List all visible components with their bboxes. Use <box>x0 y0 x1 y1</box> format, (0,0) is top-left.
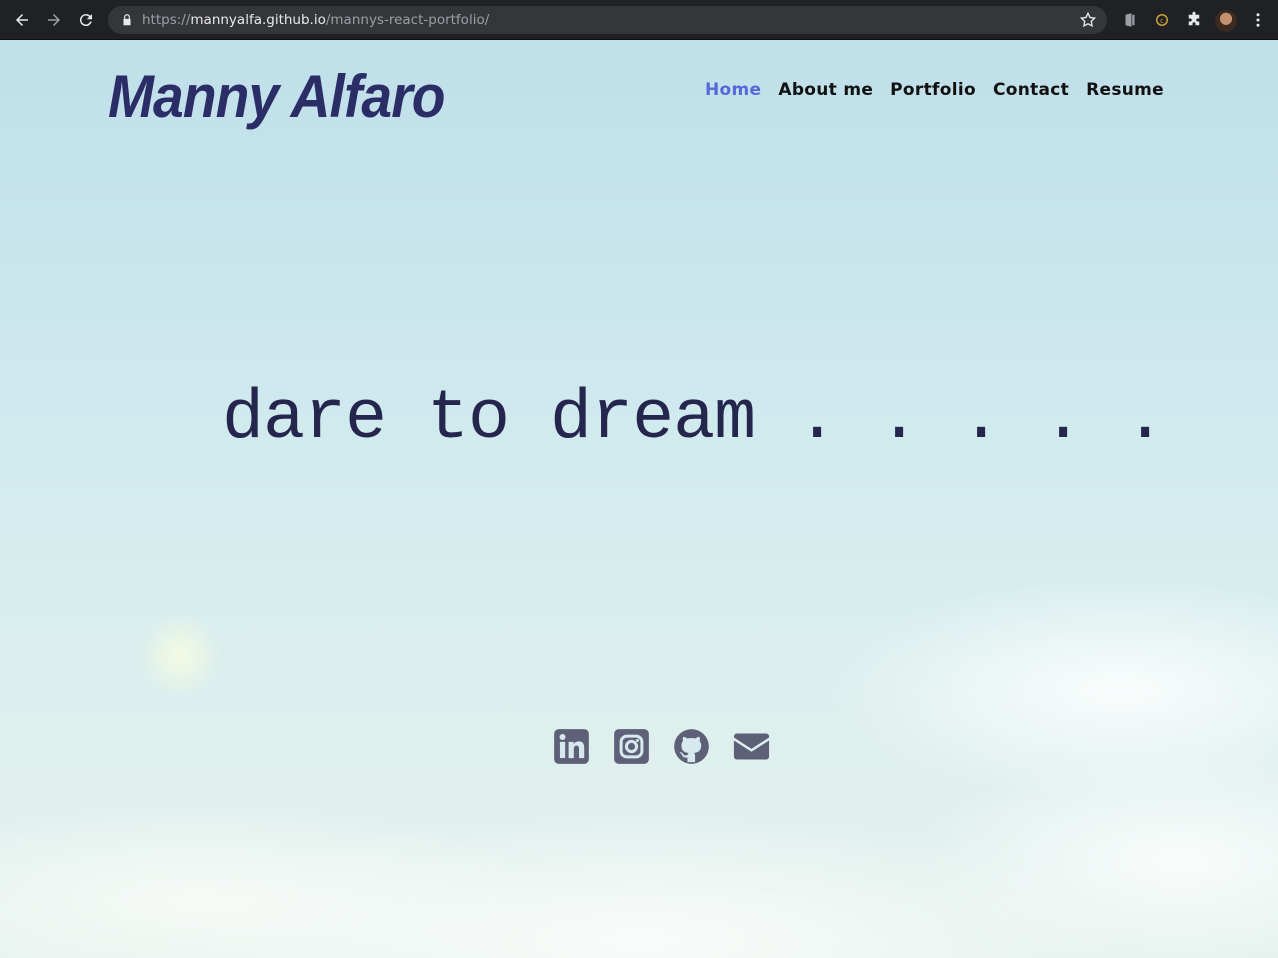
nav-contact[interactable]: Contact <box>993 80 1069 100</box>
url-host: mannyalfa.github.io <box>190 12 326 28</box>
nav-about-me[interactable]: About me <box>778 80 873 100</box>
address-bar[interactable]: https://mannyalfa.github.io/mannys-react… <box>108 6 1107 34</box>
nav-resume[interactable]: Resume <box>1086 80 1164 100</box>
url-text: https://mannyalfa.github.io/mannys-react… <box>142 12 489 28</box>
browser-toolbar: https://mannyalfa.github.io/mannys-react… <box>0 0 1278 40</box>
menu-icon[interactable] <box>1248 10 1268 30</box>
extension-icon[interactable]: c <box>1152 10 1172 30</box>
office-extension-icon[interactable] <box>1120 10 1140 30</box>
reload-icon[interactable] <box>76 10 96 30</box>
back-icon[interactable] <box>12 10 32 30</box>
url-path: /mannys-react-portfolio/ <box>325 12 490 28</box>
email-icon[interactable] <box>733 728 770 765</box>
svg-text:c: c <box>1160 17 1164 25</box>
hero-tagline: dare to dream . . . . . <box>222 380 1166 459</box>
nav-portfolio[interactable]: Portfolio <box>890 80 976 100</box>
url-scheme: https:// <box>142 12 191 28</box>
linkedin-icon[interactable] <box>553 728 590 765</box>
main-nav: Home About me Portfolio Contact Resume <box>705 80 1164 100</box>
puzzle-icon[interactable] <box>1184 10 1204 30</box>
profile-avatar[interactable] <box>1215 10 1237 32</box>
forward-icon[interactable] <box>44 10 64 30</box>
star-icon[interactable] <box>1079 11 1097 29</box>
brand-logo[interactable]: Manny Alfaro <box>108 62 445 131</box>
page-hero: Manny Alfaro Home About me Portfolio Con… <box>0 40 1278 958</box>
lock-icon[interactable] <box>120 13 134 27</box>
nav-home[interactable]: Home <box>705 80 761 100</box>
github-icon[interactable] <box>673 728 710 765</box>
instagram-icon[interactable] <box>613 728 650 765</box>
social-links <box>553 728 770 765</box>
